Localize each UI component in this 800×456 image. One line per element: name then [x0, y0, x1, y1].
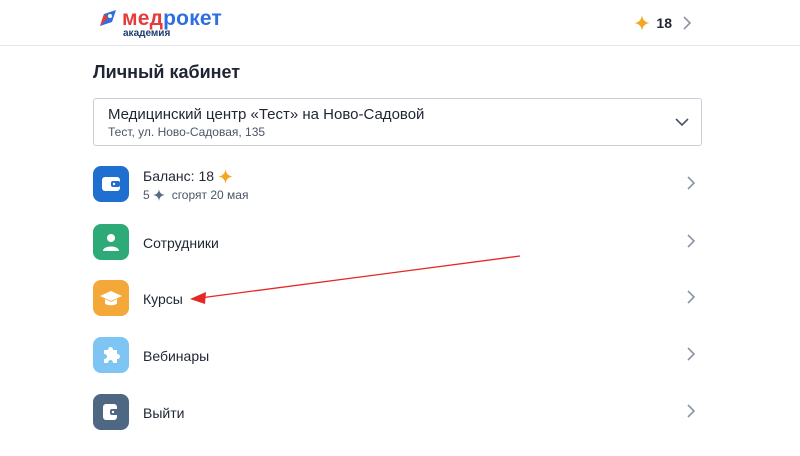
- logo-title: медрокет: [122, 8, 222, 30]
- wallet-icon: [93, 166, 129, 202]
- star-icon: [634, 15, 651, 31]
- chevron-right-icon: [687, 290, 696, 304]
- logo-subtitle: академия: [123, 28, 171, 39]
- header-balance-value: 18: [656, 15, 672, 31]
- chevron-right-icon: [687, 234, 696, 248]
- header-balance[interactable]: 18: [634, 12, 692, 34]
- balance-label: Баланс: 18: [143, 168, 215, 184]
- page-title: Личный кабинет: [93, 62, 241, 82]
- rocket-icon: [100, 10, 116, 26]
- chevron-down-icon: [675, 118, 689, 127]
- balance-label-row: Баланс: 18: [143, 168, 234, 184]
- person-icon: [93, 224, 129, 260]
- balance-expiring-text: сгорят 20 мая: [171, 188, 249, 202]
- menu-item-courses[interactable]: Курсы: [93, 274, 702, 322]
- courses-label: Курсы: [143, 291, 183, 307]
- chevron-right-icon: [687, 404, 696, 418]
- chevron-right-icon: [687, 347, 696, 361]
- webinars-label: Вебинары: [143, 348, 210, 364]
- clinic-address: Тест, ул. Ново-Садовая, 135: [108, 125, 266, 139]
- puzzle-icon: [93, 337, 129, 373]
- chevron-right-icon: [683, 16, 692, 30]
- medroket-logo[interactable]: медрокет академия: [96, 6, 236, 40]
- menu-item-webinars[interactable]: Вебинары: [93, 331, 702, 379]
- logout-label: Выйти: [143, 405, 185, 421]
- clinic-name: Медицинский центр «Тест» на Ново-Садовой: [108, 106, 425, 123]
- clinic-select[interactable]: Медицинский центр «Тест» на Ново-Садовой…: [93, 98, 702, 146]
- top-header: медрокет академия 18: [0, 0, 800, 46]
- graduation-cap-icon: [93, 280, 129, 316]
- menu-item-logout[interactable]: Выйти: [93, 388, 702, 436]
- menu-item-staff[interactable]: Сотрудники: [93, 218, 702, 266]
- chevron-right-icon: [687, 176, 696, 190]
- balance-expiring: 5 сгорят 20 мая: [143, 188, 248, 202]
- logo-title-part1: мед: [122, 7, 164, 30]
- menu-item-balance[interactable]: Баланс: 18 5 сгорят 20 мая: [93, 160, 702, 208]
- star-outline-icon: [152, 189, 165, 201]
- staff-label: Сотрудники: [143, 235, 219, 251]
- logout-icon: [93, 394, 129, 430]
- star-icon: [218, 168, 234, 184]
- balance-expiring-amount: 5: [143, 188, 150, 202]
- logo-title-part2: рокет: [163, 7, 223, 30]
